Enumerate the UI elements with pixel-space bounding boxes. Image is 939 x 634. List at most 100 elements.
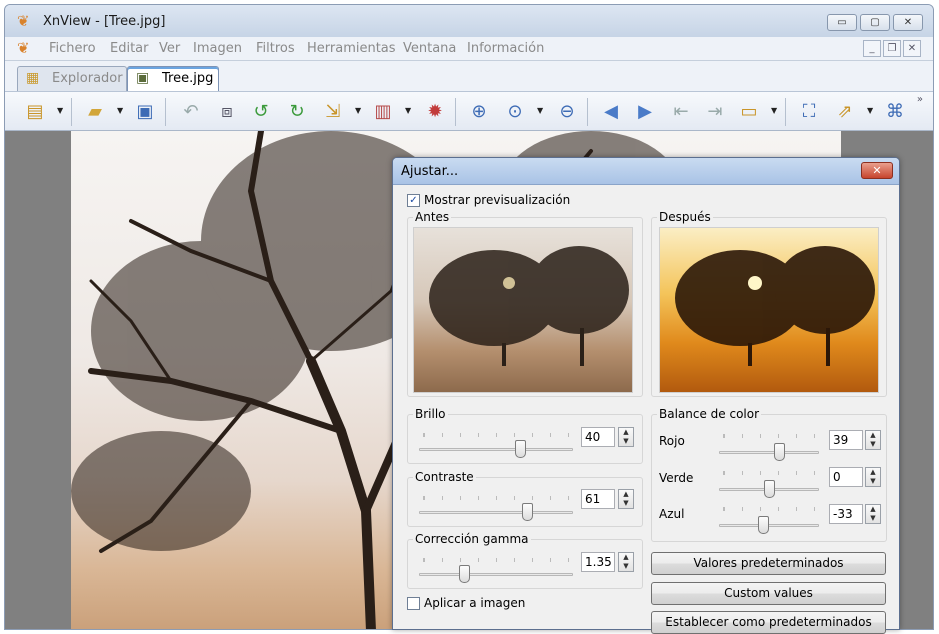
dropdown-arrow-icon[interactable]: ▼ [405, 106, 411, 115]
blue-spinner[interactable]: ▲ ▼ [865, 504, 881, 524]
adjust-dialog: Ajustar... ✕ ✓ Mostrar previsualización … [392, 157, 900, 634]
rotate-right-icon[interactable]: ↻ [285, 100, 309, 124]
tab-bar: ▦ Explorador ▣ Tree.jpg [5, 61, 933, 91]
contrast-label: Contraste [413, 470, 476, 484]
before-label: Antes [413, 210, 452, 224]
toolbar-separator [71, 98, 72, 126]
tab-explorador[interactable]: ▦ Explorador [17, 66, 127, 91]
next-image-icon[interactable]: ▶ [633, 100, 657, 124]
green-ticks [723, 471, 815, 475]
mdi-minimize-button[interactable]: _ [863, 40, 881, 57]
fullscreen-icon[interactable]: ⛶ [797, 100, 821, 124]
green-value-field[interactable]: 0 [829, 467, 863, 487]
red-ticks [723, 434, 815, 438]
menu-fichero[interactable]: Fichero [49, 41, 96, 56]
custom-values-button[interactable]: Custom values [651, 582, 886, 605]
open-folder-icon[interactable]: ▰ [83, 100, 107, 124]
crop-icon[interactable]: ⧈ [215, 100, 239, 124]
effects-icon[interactable]: ✹ [423, 100, 447, 124]
tab-label: Explorador [52, 71, 123, 86]
contrast-value-field[interactable]: 61 [581, 489, 615, 509]
undo-icon[interactable]: ↶ [179, 100, 203, 124]
blue-ticks [723, 507, 815, 511]
brightness-ticks [423, 433, 569, 437]
zoom-in-icon[interactable]: ⊕ [467, 100, 491, 124]
color-palette-icon[interactable]: ▥ [371, 100, 395, 124]
apply-to-image-checkbox[interactable] [407, 597, 420, 610]
contrast-slider-track[interactable] [419, 511, 573, 514]
apply-to-image-label: Aplicar a imagen [424, 596, 526, 610]
window-title: XnView - [Tree.jpg] [43, 14, 166, 29]
menu-bar: ❦ Fichero Editar Ver Imagen Filtros Herr… [5, 37, 933, 61]
rotate-left-icon[interactable]: ↺ [249, 100, 273, 124]
gamma-value-field[interactable]: 1.35 [581, 552, 615, 572]
toolbar-overflow-icon[interactable]: » [917, 94, 923, 105]
contrast-slider-thumb[interactable] [521, 503, 533, 521]
menu-ver[interactable]: Ver [159, 41, 180, 56]
zoom-actual-size-icon[interactable]: ⊙ [503, 100, 527, 124]
menu-imagen[interactable]: Imagen [193, 41, 242, 56]
red-slider-track[interactable] [719, 451, 819, 454]
xnview-app-icon: ❦ [17, 12, 30, 30]
tab-tree-jpg[interactable]: ▣ Tree.jpg [127, 66, 219, 91]
dropdown-arrow-icon[interactable]: ▼ [867, 106, 873, 115]
first-image-icon[interactable]: ⇤ [669, 100, 693, 124]
brightness-slider-thumb[interactable] [514, 440, 526, 458]
set-default-button[interactable]: Establecer como predeterminados [651, 611, 886, 634]
dropdown-arrow-icon[interactable]: ▼ [537, 106, 543, 115]
green-spinner[interactable]: ▲ ▼ [865, 467, 881, 487]
after-label: Después [657, 210, 713, 224]
green-slider-thumb[interactable] [763, 480, 775, 498]
blue-value-field[interactable]: -33 [829, 504, 863, 524]
red-value-field[interactable]: 39 [829, 430, 863, 450]
contrast-spinner[interactable]: ▲ ▼ [618, 489, 634, 509]
blue-slider-thumb[interactable] [758, 516, 770, 534]
gamma-spinner[interactable]: ▲ ▼ [618, 552, 634, 572]
gamma-ticks [423, 558, 569, 562]
mdi-close-button[interactable]: ✕ [903, 40, 921, 57]
document-icon[interactable]: ❦ [17, 40, 33, 56]
resize-icon[interactable]: ⇲ [321, 100, 345, 124]
show-preview-checkbox[interactable]: ✓ [407, 194, 420, 207]
menu-informacion[interactable]: Información [467, 41, 544, 56]
previous-image-icon[interactable]: ◀ [599, 100, 623, 124]
brightness-value-field[interactable]: 40 [581, 427, 615, 447]
menu-herramientas[interactable]: Herramientas [307, 41, 396, 56]
maximize-button[interactable]: ▢ [860, 14, 890, 31]
title-bar: ❦ XnView - [Tree.jpg] ▭ ▢ ✕ [5, 5, 933, 37]
red-spinner[interactable]: ▲ ▼ [865, 430, 881, 450]
dialog-close-button[interactable]: ✕ [861, 162, 893, 179]
tab-label: Tree.jpg [162, 71, 214, 86]
after-tree-thumbnail [675, 246, 875, 366]
dialog-title-bar: Ajustar... ✕ [393, 158, 899, 185]
export-icon[interactable]: ⇗ [833, 100, 857, 124]
zoom-out-icon[interactable]: ⊖ [555, 100, 579, 124]
browser-icon[interactable]: ▤ [23, 100, 47, 124]
gamma-slider-thumb[interactable] [459, 565, 471, 583]
toolbar-separator [165, 98, 166, 126]
minimize-button[interactable]: ▭ [827, 14, 857, 31]
dropdown-arrow-icon[interactable]: ▼ [57, 106, 63, 115]
dialog-title: Ajustar... [401, 164, 459, 179]
before-tree-thumbnail [429, 246, 629, 366]
save-icon[interactable]: ▣ [133, 100, 157, 124]
menu-editar[interactable]: Editar [110, 41, 149, 56]
before-preview-image [413, 227, 633, 393]
dropdown-arrow-icon[interactable]: ▼ [355, 106, 361, 115]
dropdown-arrow-icon[interactable]: ▼ [771, 106, 777, 115]
defaults-button[interactable]: Valores predeterminados [651, 552, 886, 575]
last-image-icon[interactable]: ⇥ [703, 100, 727, 124]
toolbar-separator [785, 98, 786, 126]
mdi-restore-button[interactable]: ❐ [883, 40, 901, 57]
brightness-slider-track[interactable] [419, 448, 573, 451]
red-slider-thumb[interactable] [774, 443, 786, 461]
brightness-spinner[interactable]: ▲ ▼ [618, 427, 634, 447]
gamma-slider-track[interactable] [419, 573, 573, 576]
menu-ventana[interactable]: Ventana [403, 41, 456, 56]
toolbar-separator [587, 98, 588, 126]
close-button[interactable]: ✕ [893, 14, 923, 31]
slideshow-icon[interactable]: ▭ [737, 100, 761, 124]
dropdown-arrow-icon[interactable]: ▼ [117, 106, 123, 115]
menu-filtros[interactable]: Filtros [256, 41, 295, 56]
tools-icon[interactable]: ⌘ [883, 100, 907, 124]
